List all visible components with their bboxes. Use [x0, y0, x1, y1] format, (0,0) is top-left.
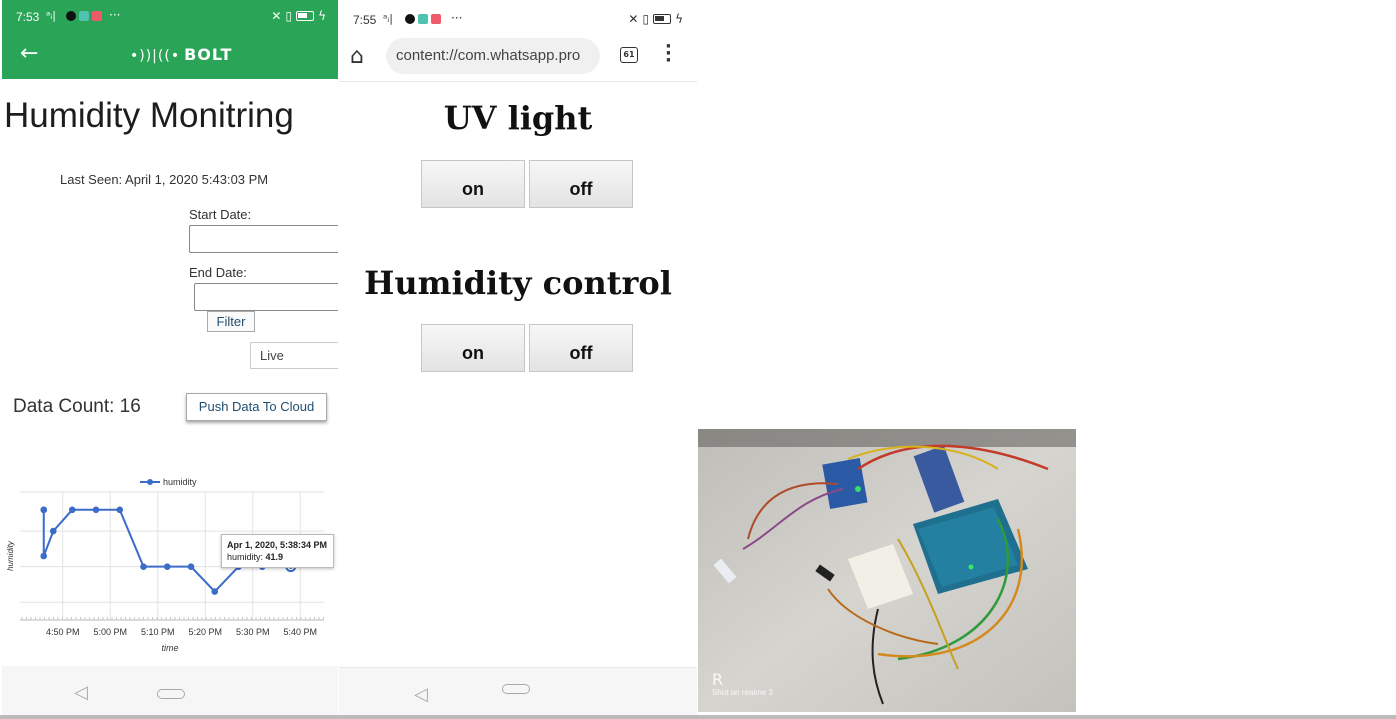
camera-watermark: R Shot on realme 3 — [712, 670, 773, 698]
end-date-label: End Date: — [189, 265, 247, 280]
status-bar: 7:55 ᵃᵢ| ··· ✕ ▯ ϟ — [339, 0, 697, 36]
bolt-app-screen: 7:53 ᵃᵢ| ··· ✕ ▯ ϟ ← •))|((• BOLT Humidit… — [2, 0, 338, 719]
status-right-icons: ✕ ▯ ϟ — [271, 9, 326, 23]
nav-home-icon[interactable] — [157, 689, 185, 699]
filter-button[interactable]: Filter — [207, 311, 255, 332]
humidity-control-heading: Humidity control — [364, 264, 672, 302]
bolt-logo: •))|((• BOLT — [130, 45, 232, 64]
tooltip-date: Apr 1, 2020, 5:38:34 PM — [227, 540, 328, 550]
notification-icons — [66, 11, 102, 21]
data-point — [68, 506, 76, 514]
data-point — [187, 563, 195, 570]
data-point — [40, 552, 48, 560]
start-date-label: Start Date: — [189, 207, 252, 222]
notification-app-icon — [66, 11, 76, 21]
status-bar: 7:53 ᵃᵢ| ··· ✕ ▯ ϟ — [2, 0, 338, 33]
browser-url-bar: ⌂ content://com.whatsapp.pro 61 · · · — [339, 36, 697, 82]
data-point — [116, 506, 124, 514]
status-time: 7:53 — [16, 10, 40, 24]
tooltip-value-row: humidity: 41.9 — [227, 551, 328, 563]
more-notifications-icon: ··· — [451, 11, 463, 25]
arrow-left-icon[interactable]: ← — [20, 41, 38, 66]
app-bar: ← •))|((• BOLT — [2, 33, 338, 79]
x-tick-labels: 4:50 PM 5:00 PM 5:10 PM 5:20 PM 5:30 PM 5:40 … — [46, 627, 317, 637]
push-data-button[interactable]: Push Data To Cloud — [186, 393, 327, 421]
more-notifications-icon: ··· — [109, 8, 121, 22]
data-point — [211, 588, 219, 595]
page-title: Humidity Monitring — [4, 96, 294, 135]
status-time: 7:55 — [353, 13, 377, 27]
data-point — [49, 527, 57, 535]
bolt-mark: •))|((• — [130, 48, 181, 64]
browser-screen: 7:55 ᵃᵢ| ··· ✕ ▯ ϟ ⌂ content://com.whats… — [339, 0, 697, 719]
tooltip-label: humidity: — [227, 552, 266, 562]
legend-marker — [147, 479, 153, 485]
x-tick-label: 5:00 PM — [93, 627, 127, 637]
legend-label: humidity — [163, 477, 197, 487]
nav-back-icon[interactable]: ◁ — [414, 684, 428, 705]
chart-tooltip: Apr 1, 2020, 5:38:34 PM humidity: 41.9 — [221, 534, 334, 568]
nav-home-icon[interactable] — [502, 684, 530, 694]
signal-icon: ᵃᵢ| — [383, 12, 393, 25]
x-tick-label: 5:20 PM — [188, 627, 222, 637]
notification-app-icon — [79, 11, 89, 21]
x-tick-label: 5:40 PM — [283, 627, 317, 637]
data-point — [140, 563, 147, 570]
humidity-off-button[interactable]: off — [529, 324, 633, 372]
data-point — [92, 506, 100, 514]
humidity-on-button[interactable]: on — [421, 324, 525, 372]
x-tick-label: 5:30 PM — [236, 627, 270, 637]
uv-on-button[interactable]: on — [421, 160, 525, 208]
chart-legend: humidity — [140, 477, 197, 487]
watermark-text: Shot on realme 3 — [712, 688, 773, 697]
android-nav-bar: ◁ — [2, 666, 338, 719]
status-right-icons: ✕ ▯ ϟ — [628, 12, 683, 26]
charging-icon: ϟ — [675, 12, 683, 26]
notification-app-icon — [405, 14, 415, 24]
mode-select[interactable]: Live — [250, 342, 338, 369]
charging-icon: ϟ — [318, 9, 326, 23]
x-tick-label: 4:50 PM — [46, 627, 80, 637]
signal-icon: ᵃᵢ| — [46, 9, 56, 22]
uv-light-heading: UV light — [443, 99, 593, 137]
notification-app-icon — [92, 11, 102, 21]
nav-back-icon[interactable]: ◁ — [74, 682, 88, 703]
mute-icon: ✕ — [628, 12, 639, 26]
notification-app-icon — [431, 14, 441, 24]
notification-app-icon — [418, 14, 428, 24]
uv-off-button[interactable]: off — [529, 160, 633, 208]
last-seen-text: Last Seen: April 1, 2020 5:43:03 PM — [60, 172, 269, 187]
x-axis-label: time — [161, 643, 178, 653]
screenshot-composite: 7:53 ᵃᵢ| ··· ✕ ▯ ϟ ← •))|((• BOLT Humidit… — [0, 0, 1396, 719]
home-icon[interactable]: ⌂ — [350, 44, 364, 69]
start-date-input[interactable] — [189, 225, 338, 253]
data-count: Data Count: 16 — [13, 396, 141, 417]
vibrate-icon: ▯ — [642, 12, 650, 26]
mute-icon: ✕ — [271, 9, 282, 23]
realme-logo: R — [712, 670, 724, 689]
y-axis-label: humidity — [6, 540, 15, 571]
x-tick-label: 5:10 PM — [141, 627, 175, 637]
bolt-brand-text: BOLT — [184, 45, 233, 64]
data-point — [163, 563, 171, 570]
notification-icons — [405, 14, 441, 24]
tab-switcher-icon[interactable]: 61 — [620, 47, 638, 63]
overflow-menu-icon[interactable]: · · · — [665, 38, 672, 70]
battery-icon — [296, 11, 315, 21]
data-point — [40, 506, 48, 514]
vibrate-icon: ▯ — [285, 9, 293, 23]
hardware-photo: R Shot on realme 3 — [698, 429, 1076, 712]
battery-icon — [653, 14, 672, 24]
divider — [0, 715, 1396, 719]
tooltip-value: 41.9 — [265, 552, 284, 562]
url-field[interactable]: content://com.whatsapp.pro — [386, 38, 600, 74]
end-date-input[interactable] — [194, 283, 338, 311]
arduino-breadboard-photo — [698, 429, 1076, 712]
android-nav-bar: ◁ — [339, 667, 697, 719]
